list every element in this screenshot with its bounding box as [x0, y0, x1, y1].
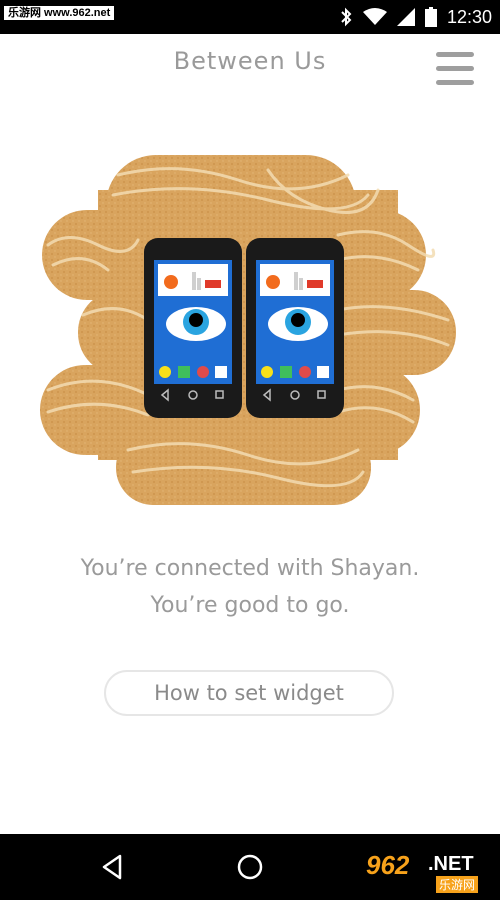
menu-bar: [436, 52, 474, 57]
status-icons: 12:30: [339, 0, 492, 34]
watermark-net: .NET: [428, 853, 474, 875]
connection-message: You’re connected with Shayan. You’re goo…: [0, 550, 500, 624]
menu-bar: [436, 80, 474, 85]
how-to-set-widget-button[interactable]: How to set widget: [104, 670, 394, 716]
watermark-label: 乐游网 www.962.net: [4, 6, 115, 20]
wifi-icon: [362, 8, 387, 25]
home-icon[interactable]: [235, 852, 265, 882]
watermark-number: 962: [366, 850, 410, 880]
clock: 12:30: [446, 6, 492, 27]
watermark-logo: 962 .NET 乐游网: [360, 850, 494, 896]
phone-left: [144, 238, 242, 418]
nav-bar: 962 .NET 乐游网: [0, 834, 500, 900]
cell-signal-icon: [396, 8, 415, 26]
message-line-2: You’re good to go.: [150, 593, 350, 618]
menu-bar: [436, 66, 474, 71]
watermark-cn: 乐游网: [436, 876, 479, 893]
back-icon[interactable]: [98, 852, 128, 882]
two-phones-eye-icon: [40, 155, 456, 505]
hamburger-menu-icon[interactable]: [436, 52, 474, 86]
app-title: Between Us: [173, 47, 327, 75]
status-bar: 乐游网 www.962.net 12:30: [0, 0, 500, 34]
message-line-1: You’re connected with Shayan.: [80, 556, 420, 581]
phone-right: [246, 238, 344, 418]
battery-icon: [424, 7, 437, 27]
bluetooth-icon: [341, 7, 352, 27]
